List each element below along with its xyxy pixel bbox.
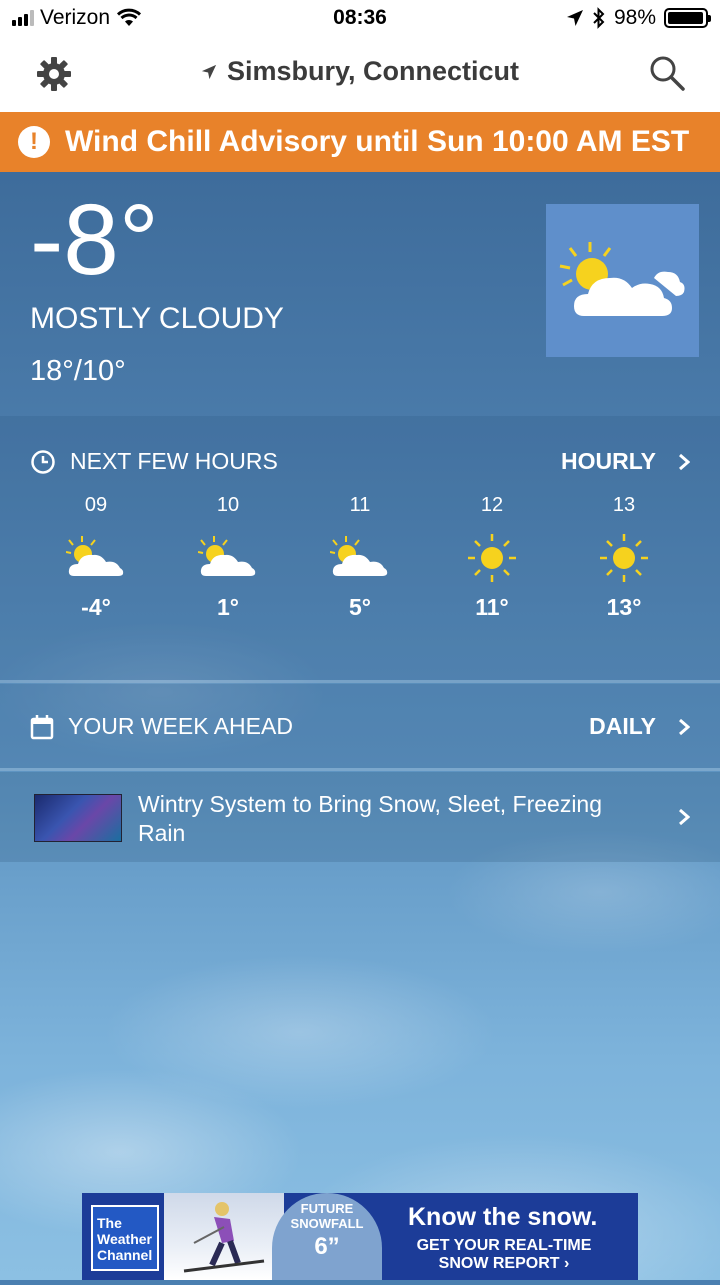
hour-label: 12 [480, 494, 504, 516]
news-title: Wintry System to Bring Snow, Sleet, Free… [138, 791, 603, 846]
battery-percent: 98% [613, 6, 656, 29]
hour-label: 10 [216, 494, 240, 516]
clock-icon [31, 449, 55, 474]
partly-cloudy-icon [198, 536, 256, 576]
condition-icon-tile [546, 204, 699, 357]
hour-item: 12 11° [426, 494, 558, 621]
location-label: Simsbury, Connecticut [226, 56, 520, 86]
chevron-right-icon [679, 718, 690, 735]
hourly-forecast: 09 -4° 10 1° 11 5° 12 11° 13 13° [30, 494, 690, 621]
news-item[interactable]: Wintry System to Bring Snow, Sleet, Free… [0, 772, 720, 862]
skier-icon [183, 1202, 265, 1273]
chevron-right-icon [679, 808, 690, 826]
week-heading-label: YOUR WEEK AHEAD [68, 713, 293, 739]
battery-icon [664, 8, 711, 28]
bluetooth-icon [593, 7, 605, 29]
hourly-link-label: HOURLY [561, 448, 656, 474]
hour-temp: 1° [217, 594, 239, 620]
hourly-heading: NEXT FEW HOURS [30, 448, 278, 475]
news-thumbnail [34, 794, 122, 842]
hour-label: 11 [349, 494, 371, 516]
week-heading: YOUR WEEK AHEAD [30, 713, 293, 740]
sun-icon [468, 534, 516, 582]
hour-temp: -4° [81, 594, 111, 620]
hour-label: 13 [612, 494, 636, 516]
partly-cloudy-icon [66, 536, 124, 576]
ad-subline: GET YOUR REAL-TIME SNOW REPORT › [416, 1237, 592, 1272]
hour-label: 09 [84, 494, 108, 516]
hour-temp: 11° [475, 594, 509, 620]
hour-item: 10 1° [162, 494, 294, 621]
chevron-right-icon [679, 453, 690, 470]
daily-link-label: DAILY [589, 713, 656, 739]
current-condition: MOSTLY CLOUDY [30, 302, 284, 335]
hour-temp: 5° [349, 594, 371, 620]
hour-item: 11 5° [294, 494, 426, 621]
hi-lo-temperature: 18°/10° [30, 355, 126, 387]
ad-headline: Know the snow. [408, 1203, 598, 1231]
sun-icon [600, 534, 648, 582]
current-temperature: -8° [30, 184, 159, 296]
divider [0, 768, 720, 771]
hourly-link[interactable]: HOURLY [561, 448, 690, 475]
weather-channel-logo: The Weather Channel [91, 1205, 159, 1271]
partly-cloudy-icon [330, 536, 388, 576]
status-bar: Verizon 08:36 98% [0, 0, 720, 36]
weather-alert-banner[interactable]: ! Wind Chill Advisory until Sun 10:00 AM… [0, 112, 720, 172]
exclamation-icon: ! [18, 126, 50, 158]
hour-item: 09 -4° [30, 494, 162, 621]
daily-link[interactable]: DAILY [589, 713, 690, 740]
status-right: 98% [566, 6, 711, 30]
ad-banner[interactable]: The Weather Channel FUTURE SNOWFALL 6” K… [82, 1193, 638, 1280]
location-arrow-icon [201, 64, 217, 80]
search-icon[interactable] [648, 54, 686, 92]
divider [0, 680, 720, 683]
ad-skier-image [164, 1193, 284, 1280]
future-snowfall-badge: FUTURE SNOWFALL 6” [272, 1193, 382, 1280]
badge-value: 6” [314, 1233, 340, 1260]
location-title[interactable]: Simsbury, Connecticut [0, 56, 720, 87]
badge-line2: SNOWFALL [290, 1216, 364, 1231]
top-nav: Simsbury, Connecticut [0, 36, 720, 112]
hour-temp: 13° [606, 594, 642, 620]
hourly-heading-label: NEXT FEW HOURS [70, 448, 278, 474]
alert-text: Wind Chill Advisory until Sun 10:00 AM E… [65, 125, 690, 158]
calendar-icon [30, 714, 54, 739]
location-arrow-icon [566, 10, 583, 26]
badge-line1: FUTURE [300, 1201, 354, 1216]
partly-cloudy-icon [559, 242, 685, 316]
hour-item: 13 13° [558, 494, 690, 621]
